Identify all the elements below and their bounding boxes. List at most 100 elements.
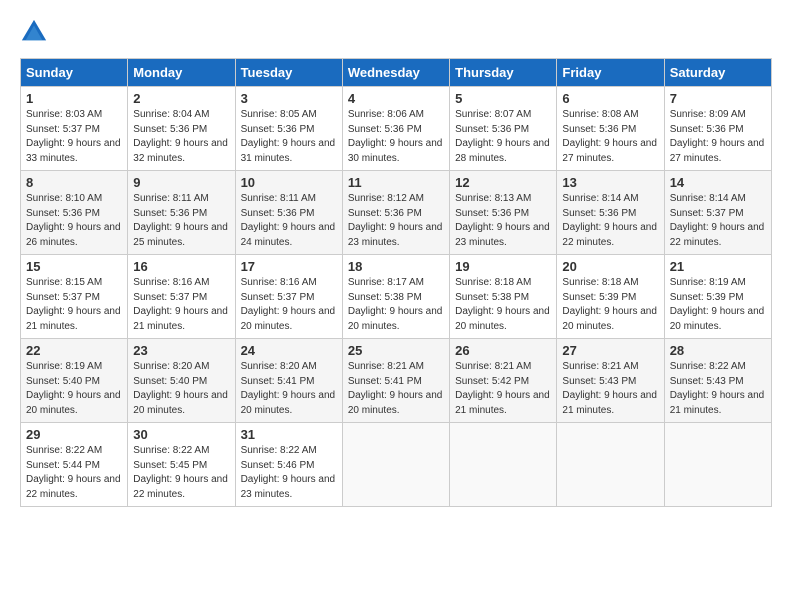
day-number: 19 xyxy=(455,259,551,274)
calendar-cell: 12 Sunrise: 8:13 AMSunset: 5:36 PMDaylig… xyxy=(450,171,557,255)
day-number: 11 xyxy=(348,175,444,190)
calendar-cell: 28 Sunrise: 8:22 AMSunset: 5:43 PMDaylig… xyxy=(664,339,771,423)
day-info: Sunrise: 8:09 AMSunset: 5:36 PMDaylight:… xyxy=(670,108,766,166)
calendar-cell xyxy=(557,423,664,507)
day-number: 28 xyxy=(670,343,766,358)
calendar-cell: 21 Sunrise: 8:19 AMSunset: 5:39 PMDaylig… xyxy=(664,255,771,339)
calendar-body: 1 Sunrise: 8:03 AMSunset: 5:37 PMDayligh… xyxy=(21,87,772,507)
calendar-cell: 13 Sunrise: 8:14 AMSunset: 5:36 PMDaylig… xyxy=(557,171,664,255)
calendar-cell: 5 Sunrise: 8:07 AMSunset: 5:36 PMDayligh… xyxy=(450,87,557,171)
calendar-cell: 3 Sunrise: 8:05 AMSunset: 5:36 PMDayligh… xyxy=(235,87,342,171)
day-info: Sunrise: 8:11 AMSunset: 5:36 PMDaylight:… xyxy=(241,192,337,250)
logo xyxy=(20,18,52,46)
page: Sunday Monday Tuesday Wednesday Thursday… xyxy=(0,0,792,517)
day-number: 21 xyxy=(670,259,766,274)
day-info: Sunrise: 8:11 AMSunset: 5:36 PMDaylight:… xyxy=(133,192,229,250)
day-number: 3 xyxy=(241,91,337,106)
calendar-cell: 20 Sunrise: 8:18 AMSunset: 5:39 PMDaylig… xyxy=(557,255,664,339)
calendar-cell: 6 Sunrise: 8:08 AMSunset: 5:36 PMDayligh… xyxy=(557,87,664,171)
day-number: 7 xyxy=(670,91,766,106)
day-number: 24 xyxy=(241,343,337,358)
calendar-cell: 23 Sunrise: 8:20 AMSunset: 5:40 PMDaylig… xyxy=(128,339,235,423)
calendar-week-5: 29 Sunrise: 8:22 AMSunset: 5:44 PMDaylig… xyxy=(21,423,772,507)
calendar-cell: 18 Sunrise: 8:17 AMSunset: 5:38 PMDaylig… xyxy=(342,255,449,339)
day-info: Sunrise: 8:12 AMSunset: 5:36 PMDaylight:… xyxy=(348,192,444,250)
day-number: 26 xyxy=(455,343,551,358)
th-saturday: Saturday xyxy=(664,59,771,87)
calendar-cell: 25 Sunrise: 8:21 AMSunset: 5:41 PMDaylig… xyxy=(342,339,449,423)
day-info: Sunrise: 8:03 AMSunset: 5:37 PMDaylight:… xyxy=(26,108,122,166)
calendar-cell: 17 Sunrise: 8:16 AMSunset: 5:37 PMDaylig… xyxy=(235,255,342,339)
day-number: 6 xyxy=(562,91,658,106)
calendar-cell: 4 Sunrise: 8:06 AMSunset: 5:36 PMDayligh… xyxy=(342,87,449,171)
day-info: Sunrise: 8:04 AMSunset: 5:36 PMDaylight:… xyxy=(133,108,229,166)
day-number: 13 xyxy=(562,175,658,190)
calendar-table: Sunday Monday Tuesday Wednesday Thursday… xyxy=(20,58,772,507)
day-number: 9 xyxy=(133,175,229,190)
calendar-cell xyxy=(664,423,771,507)
day-number: 4 xyxy=(348,91,444,106)
calendar-cell: 9 Sunrise: 8:11 AMSunset: 5:36 PMDayligh… xyxy=(128,171,235,255)
calendar-cell: 31 Sunrise: 8:22 AMSunset: 5:46 PMDaylig… xyxy=(235,423,342,507)
day-info: Sunrise: 8:21 AMSunset: 5:42 PMDaylight:… xyxy=(455,360,551,418)
day-number: 2 xyxy=(133,91,229,106)
day-number: 5 xyxy=(455,91,551,106)
day-number: 16 xyxy=(133,259,229,274)
day-number: 17 xyxy=(241,259,337,274)
weekday-header-row: Sunday Monday Tuesday Wednesday Thursday… xyxy=(21,59,772,87)
calendar-cell: 29 Sunrise: 8:22 AMSunset: 5:44 PMDaylig… xyxy=(21,423,128,507)
calendar-week-3: 15 Sunrise: 8:15 AMSunset: 5:37 PMDaylig… xyxy=(21,255,772,339)
th-friday: Friday xyxy=(557,59,664,87)
day-info: Sunrise: 8:22 AMSunset: 5:46 PMDaylight:… xyxy=(241,444,337,502)
calendar-cell: 7 Sunrise: 8:09 AMSunset: 5:36 PMDayligh… xyxy=(664,87,771,171)
calendar-cell: 27 Sunrise: 8:21 AMSunset: 5:43 PMDaylig… xyxy=(557,339,664,423)
calendar-cell xyxy=(450,423,557,507)
calendar-cell: 2 Sunrise: 8:04 AMSunset: 5:36 PMDayligh… xyxy=(128,87,235,171)
day-info: Sunrise: 8:19 AMSunset: 5:39 PMDaylight:… xyxy=(670,276,766,334)
calendar-cell: 14 Sunrise: 8:14 AMSunset: 5:37 PMDaylig… xyxy=(664,171,771,255)
day-number: 12 xyxy=(455,175,551,190)
day-number: 1 xyxy=(26,91,122,106)
day-info: Sunrise: 8:14 AMSunset: 5:36 PMDaylight:… xyxy=(562,192,658,250)
calendar-week-2: 8 Sunrise: 8:10 AMSunset: 5:36 PMDayligh… xyxy=(21,171,772,255)
day-info: Sunrise: 8:22 AMSunset: 5:44 PMDaylight:… xyxy=(26,444,122,502)
day-info: Sunrise: 8:19 AMSunset: 5:40 PMDaylight:… xyxy=(26,360,122,418)
day-info: Sunrise: 8:16 AMSunset: 5:37 PMDaylight:… xyxy=(241,276,337,334)
day-info: Sunrise: 8:20 AMSunset: 5:40 PMDaylight:… xyxy=(133,360,229,418)
day-info: Sunrise: 8:05 AMSunset: 5:36 PMDaylight:… xyxy=(241,108,337,166)
day-info: Sunrise: 8:15 AMSunset: 5:37 PMDaylight:… xyxy=(26,276,122,334)
day-info: Sunrise: 8:14 AMSunset: 5:37 PMDaylight:… xyxy=(670,192,766,250)
calendar-week-4: 22 Sunrise: 8:19 AMSunset: 5:40 PMDaylig… xyxy=(21,339,772,423)
day-number: 18 xyxy=(348,259,444,274)
day-number: 22 xyxy=(26,343,122,358)
day-info: Sunrise: 8:08 AMSunset: 5:36 PMDaylight:… xyxy=(562,108,658,166)
day-number: 14 xyxy=(670,175,766,190)
calendar-cell: 16 Sunrise: 8:16 AMSunset: 5:37 PMDaylig… xyxy=(128,255,235,339)
day-info: Sunrise: 8:22 AMSunset: 5:45 PMDaylight:… xyxy=(133,444,229,502)
th-tuesday: Tuesday xyxy=(235,59,342,87)
day-info: Sunrise: 8:20 AMSunset: 5:41 PMDaylight:… xyxy=(241,360,337,418)
day-number: 15 xyxy=(26,259,122,274)
day-info: Sunrise: 8:07 AMSunset: 5:36 PMDaylight:… xyxy=(455,108,551,166)
calendar-cell: 8 Sunrise: 8:10 AMSunset: 5:36 PMDayligh… xyxy=(21,171,128,255)
day-number: 10 xyxy=(241,175,337,190)
calendar-week-1: 1 Sunrise: 8:03 AMSunset: 5:37 PMDayligh… xyxy=(21,87,772,171)
day-info: Sunrise: 8:18 AMSunset: 5:39 PMDaylight:… xyxy=(562,276,658,334)
calendar-cell: 1 Sunrise: 8:03 AMSunset: 5:37 PMDayligh… xyxy=(21,87,128,171)
th-wednesday: Wednesday xyxy=(342,59,449,87)
day-info: Sunrise: 8:13 AMSunset: 5:36 PMDaylight:… xyxy=(455,192,551,250)
day-number: 27 xyxy=(562,343,658,358)
day-number: 29 xyxy=(26,427,122,442)
day-info: Sunrise: 8:06 AMSunset: 5:36 PMDaylight:… xyxy=(348,108,444,166)
logo-icon xyxy=(20,18,48,46)
day-info: Sunrise: 8:21 AMSunset: 5:43 PMDaylight:… xyxy=(562,360,658,418)
calendar-cell: 10 Sunrise: 8:11 AMSunset: 5:36 PMDaylig… xyxy=(235,171,342,255)
calendar-cell: 30 Sunrise: 8:22 AMSunset: 5:45 PMDaylig… xyxy=(128,423,235,507)
calendar-cell xyxy=(342,423,449,507)
day-info: Sunrise: 8:10 AMSunset: 5:36 PMDaylight:… xyxy=(26,192,122,250)
th-monday: Monday xyxy=(128,59,235,87)
day-number: 25 xyxy=(348,343,444,358)
day-number: 23 xyxy=(133,343,229,358)
day-info: Sunrise: 8:18 AMSunset: 5:38 PMDaylight:… xyxy=(455,276,551,334)
calendar-cell: 24 Sunrise: 8:20 AMSunset: 5:41 PMDaylig… xyxy=(235,339,342,423)
